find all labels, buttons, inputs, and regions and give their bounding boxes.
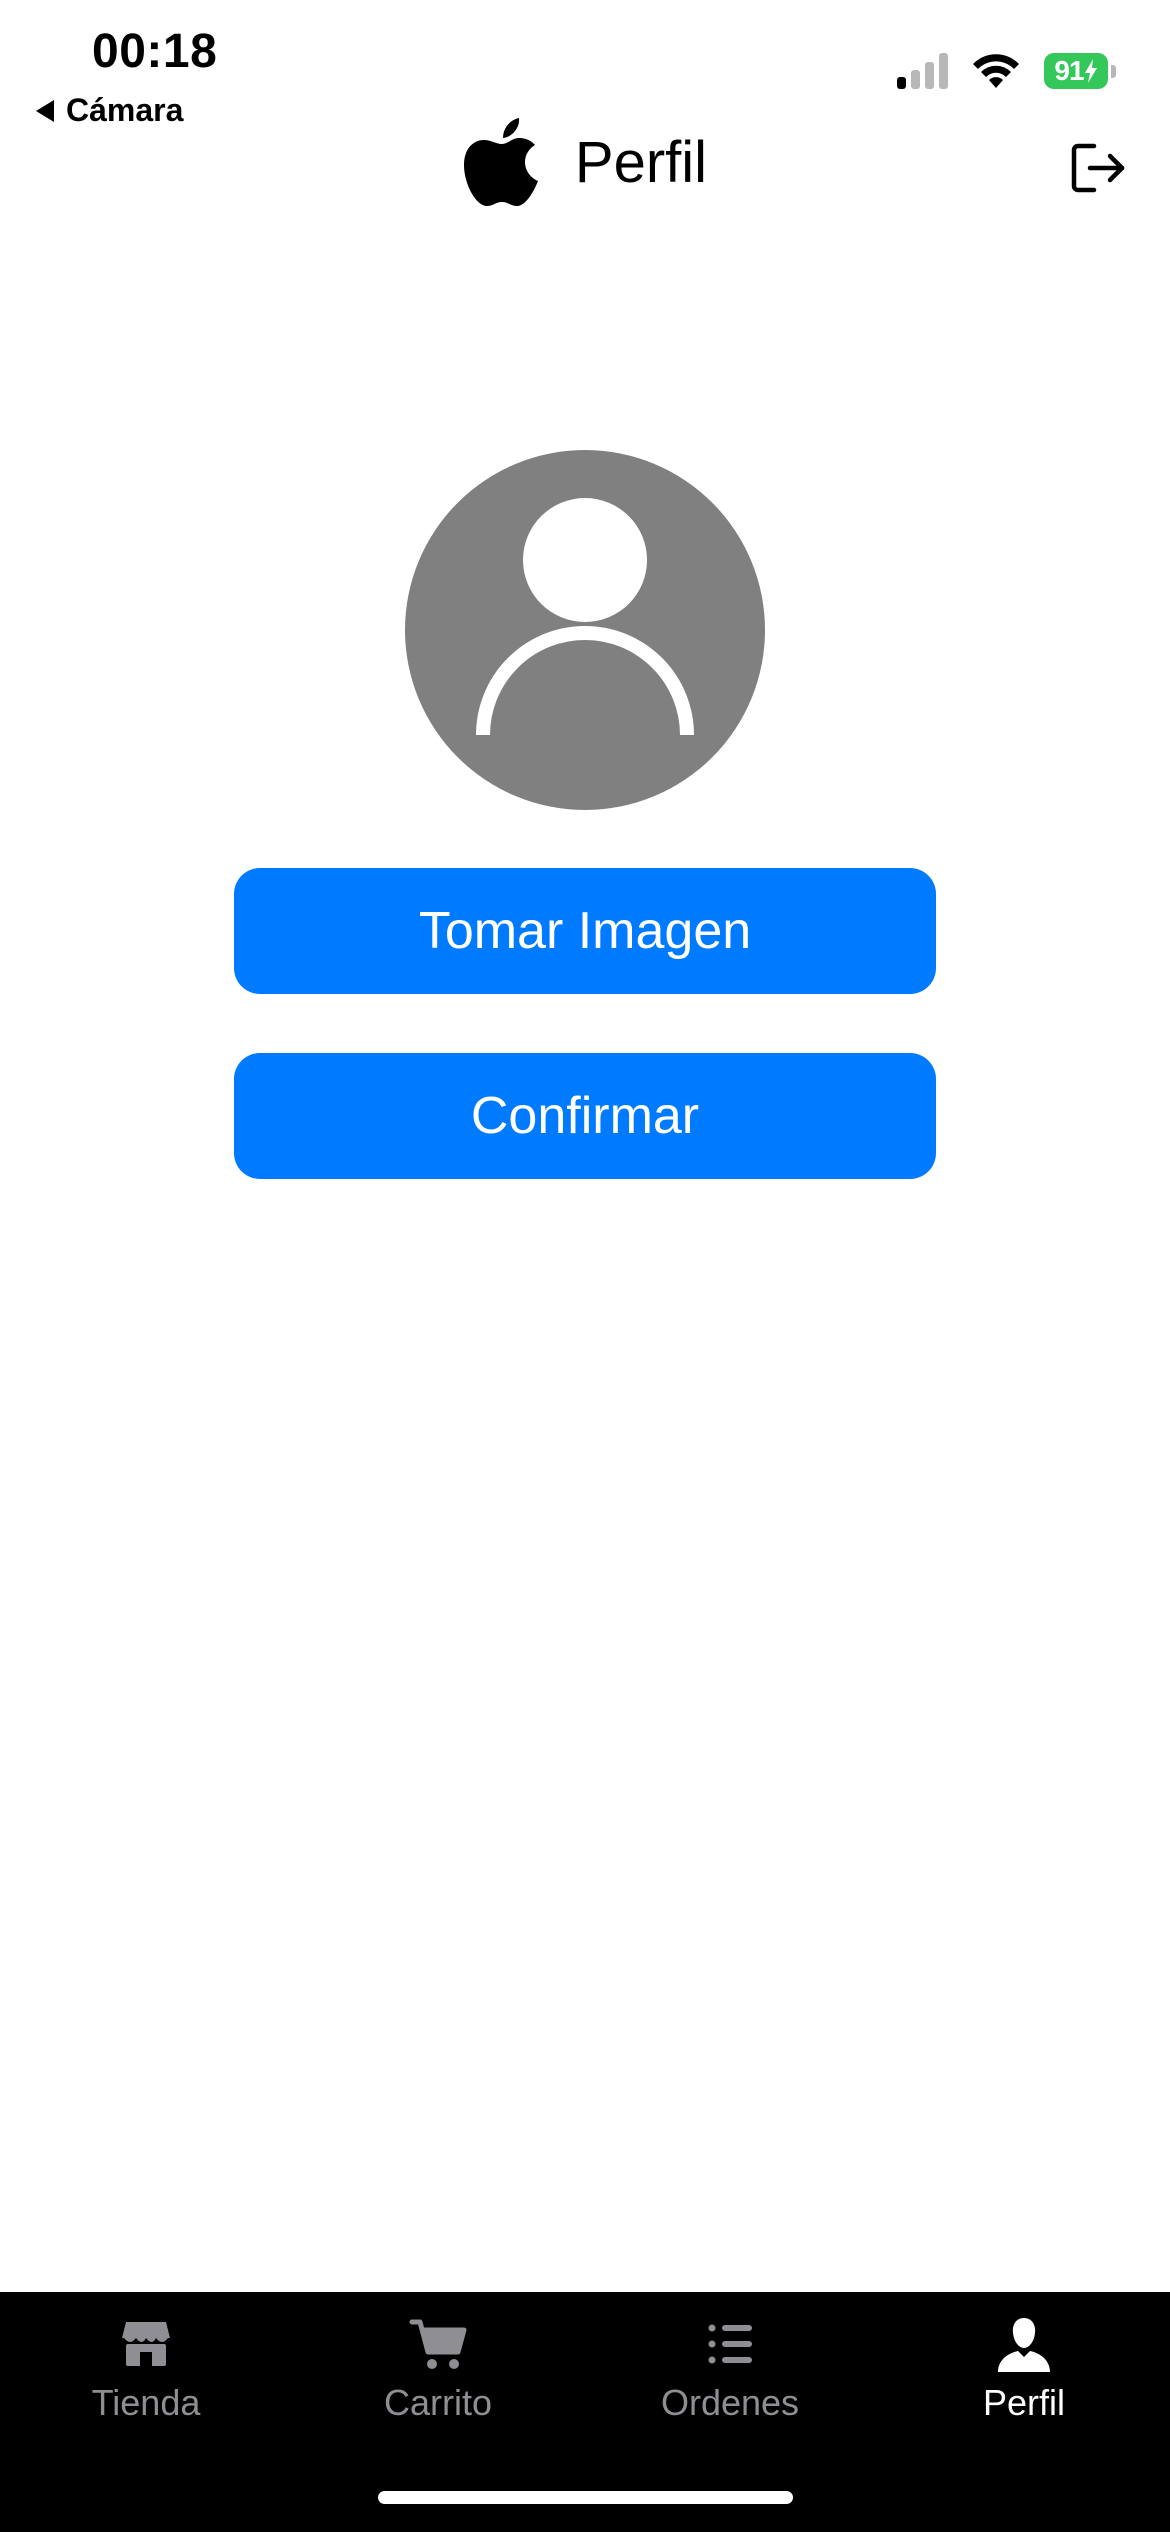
tab-tienda[interactable]: Tienda: [0, 2314, 292, 2424]
nav-header: Perfil: [0, 118, 1170, 206]
cart-icon: [409, 2319, 467, 2369]
status-time: 00:18: [92, 25, 218, 78]
tab-bar: Tienda Carrito Ordenes Perfil: [0, 2292, 1170, 2532]
confirm-button[interactable]: Confirmar: [234, 1053, 936, 1179]
list-icon: [708, 2324, 752, 2364]
apple-logo-icon: [463, 118, 538, 206]
person-icon: [998, 2318, 1050, 2372]
person-placeholder-icon: [476, 498, 694, 736]
tab-ordenes[interactable]: Ordenes: [584, 2314, 876, 2424]
logout-icon[interactable]: [1070, 140, 1126, 196]
tab-label-tienda: Tienda: [91, 2382, 201, 2423]
home-indicator[interactable]: [378, 2491, 793, 2504]
profile-avatar: [405, 450, 765, 810]
tab-label-carrito: Carrito: [383, 2382, 493, 2423]
battery-icon: 91: [1044, 53, 1116, 89]
tab-label-perfil: Perfil: [982, 2382, 1066, 2423]
tab-carrito[interactable]: Carrito: [292, 2314, 584, 2424]
battery-level: 91: [1054, 55, 1084, 86]
wifi-icon: [973, 54, 1019, 88]
charging-bolt-icon: [1084, 59, 1097, 83]
store-icon: [122, 2322, 170, 2366]
page-title: Perfil: [574, 129, 708, 195]
tab-label-ordenes: Ordenes: [660, 2382, 800, 2423]
take-image-button[interactable]: Tomar Imagen: [234, 868, 936, 994]
tab-perfil[interactable]: Perfil: [878, 2314, 1170, 2424]
status-indicators: 91: [897, 52, 1116, 90]
cellular-signal-icon: [897, 53, 948, 89]
